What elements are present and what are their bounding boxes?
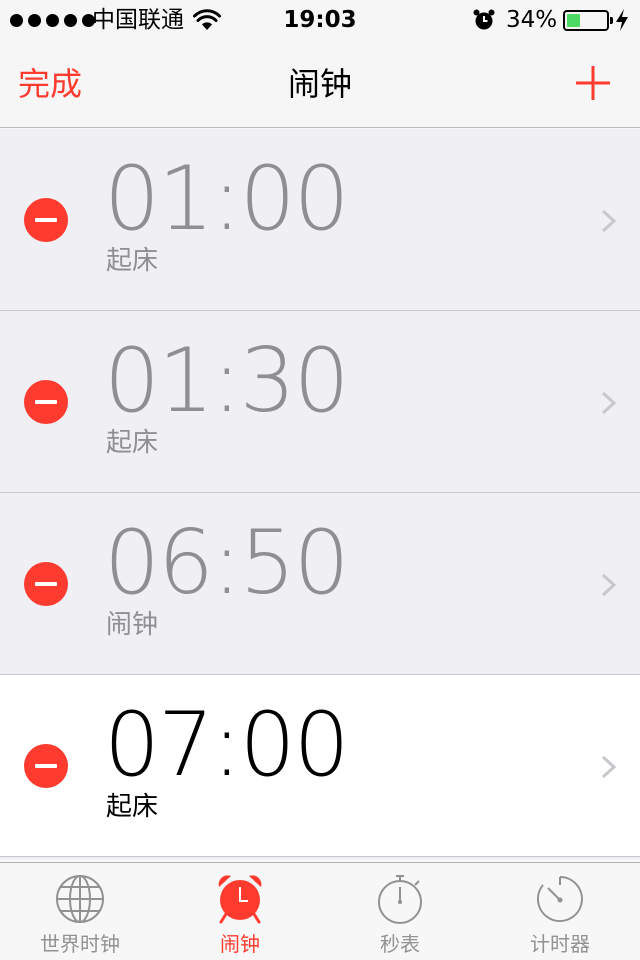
alarm-clock-icon (218, 875, 262, 924)
tab-label: 世界时钟 (40, 932, 120, 956)
navigation-bar: 完成 闹钟 (0, 40, 640, 128)
alarm-row[interactable]: 06:50 闹钟 (0, 493, 640, 675)
status-time: 19:03 (283, 7, 357, 33)
tab-bar: 世界时钟 闹钟 秒表 计时器 (0, 862, 640, 960)
battery-percentage: 34% (506, 7, 558, 33)
alarm-label: 起床 (106, 428, 159, 458)
charging-bolt-icon (616, 9, 628, 31)
alarm-time: 06:50 (104, 511, 350, 614)
tab-label: 秒表 (380, 932, 420, 956)
alarm-time: 01:30 (104, 329, 350, 432)
timer-icon (536, 876, 583, 922)
alarm-row[interactable]: 07:00 起床 (0, 675, 640, 857)
alarm-row[interactable]: 01:30 起床 (0, 311, 640, 493)
carrier-name: 中国联通 (92, 7, 184, 33)
battery-level-fill (567, 14, 580, 27)
page-title: 闹钟 (287, 65, 352, 103)
clock-app-screen: 中国联通 19:03 34% 完成 闹钟 01:00 起床 01:30 起床 0… (0, 0, 640, 960)
tab-label: 闹钟 (220, 932, 260, 956)
chevron-right-icon[interactable] (600, 754, 618, 780)
alarm-label: 起床 (106, 792, 159, 822)
delete-minus-icon[interactable] (24, 380, 68, 424)
alarm-label: 闹钟 (106, 610, 159, 640)
tab-world-clock[interactable]: 世界时钟 (0, 863, 160, 960)
chevron-right-icon[interactable] (600, 390, 618, 416)
tab-stopwatch[interactable]: 秒表 (320, 863, 480, 960)
signal-strength-icon (10, 14, 95, 27)
alarm-time: 01:00 (104, 147, 350, 250)
chevron-right-icon[interactable] (600, 572, 618, 598)
tab-label: 计时器 (530, 932, 590, 956)
wifi-icon (193, 9, 221, 30)
globe-icon (56, 875, 104, 923)
alarm-row[interactable]: 01:00 起床 (0, 129, 640, 311)
tab-timer[interactable]: 计时器 (480, 863, 640, 960)
delete-minus-icon[interactable] (24, 198, 68, 242)
alarm-label: 起床 (106, 246, 159, 276)
tab-alarm[interactable]: 闹钟 (160, 863, 320, 960)
done-button[interactable]: 完成 (18, 64, 82, 104)
delete-minus-icon[interactable] (24, 562, 68, 606)
chevron-right-icon[interactable] (600, 208, 618, 234)
alarm-time: 07:00 (104, 693, 350, 796)
stopwatch-icon (378, 875, 422, 924)
alarm-indicator-icon (473, 9, 495, 30)
status-bar: 中国联通 19:03 34% (0, 0, 640, 40)
delete-minus-icon[interactable] (24, 744, 68, 788)
battery-icon (563, 10, 613, 31)
plus-icon[interactable] (574, 64, 612, 102)
alarm-list: 01:00 起床 01:30 起床 06:50 闹钟 07:00 起床 (0, 129, 640, 859)
